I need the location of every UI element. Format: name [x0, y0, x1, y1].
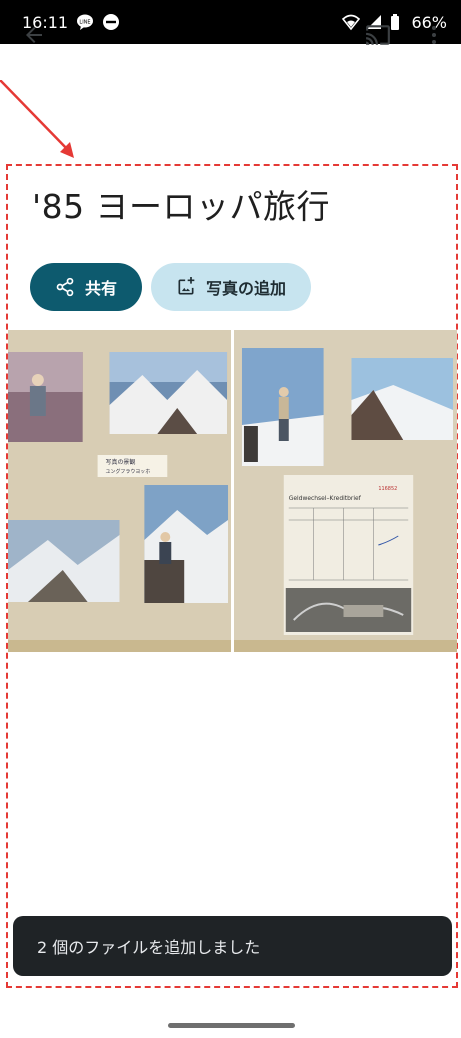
- cast-icon: [366, 25, 390, 45]
- arrow-back-icon: [26, 27, 42, 43]
- document-header: Geldwechsel–Kreditbrief: [289, 495, 362, 502]
- line-icon: LINE: [76, 13, 94, 31]
- dnd-icon: [102, 13, 120, 31]
- left-page-note: ユングフラウヨッホ: [106, 468, 151, 475]
- snackbar: 2 個のファイルを追加しました: [13, 916, 452, 976]
- annotation-arrow: [0, 80, 74, 158]
- add-photos-label: 写真の追加: [205, 279, 286, 298]
- share-label: 共有: [84, 279, 117, 298]
- cast-button[interactable]: [362, 19, 394, 51]
- photo-album-page-left[interactable]: 写真の景観 ユングフラウヨッホ: [8, 330, 231, 652]
- back-button[interactable]: [18, 19, 50, 51]
- document-number: 116852: [378, 486, 397, 492]
- share-button[interactable]: 共有: [30, 263, 142, 311]
- more-options-button[interactable]: [418, 19, 450, 51]
- add-photo-icon: [178, 277, 195, 295]
- photo-album-page-right[interactable]: Geldwechsel–Kreditbrief 116852: [234, 330, 457, 652]
- left-page-caption: 写真の景観: [106, 458, 136, 466]
- photo-grid: 写真の景観 ユングフラウヨッホ Geldwechsel–Kreditbrief …: [8, 330, 457, 652]
- gesture-nav-handle[interactable]: [168, 1023, 295, 1028]
- snackbar-message: 2 個のファイルを追加しました: [37, 938, 261, 957]
- album-title[interactable]: '85 ヨーロッパ旅行: [32, 180, 330, 228]
- wifi-icon: [342, 13, 361, 31]
- add-photos-button[interactable]: 写真の追加: [151, 263, 311, 311]
- more-vert-icon: [432, 26, 436, 44]
- svg-text:LINE: LINE: [80, 20, 91, 26]
- share-icon: [56, 277, 74, 297]
